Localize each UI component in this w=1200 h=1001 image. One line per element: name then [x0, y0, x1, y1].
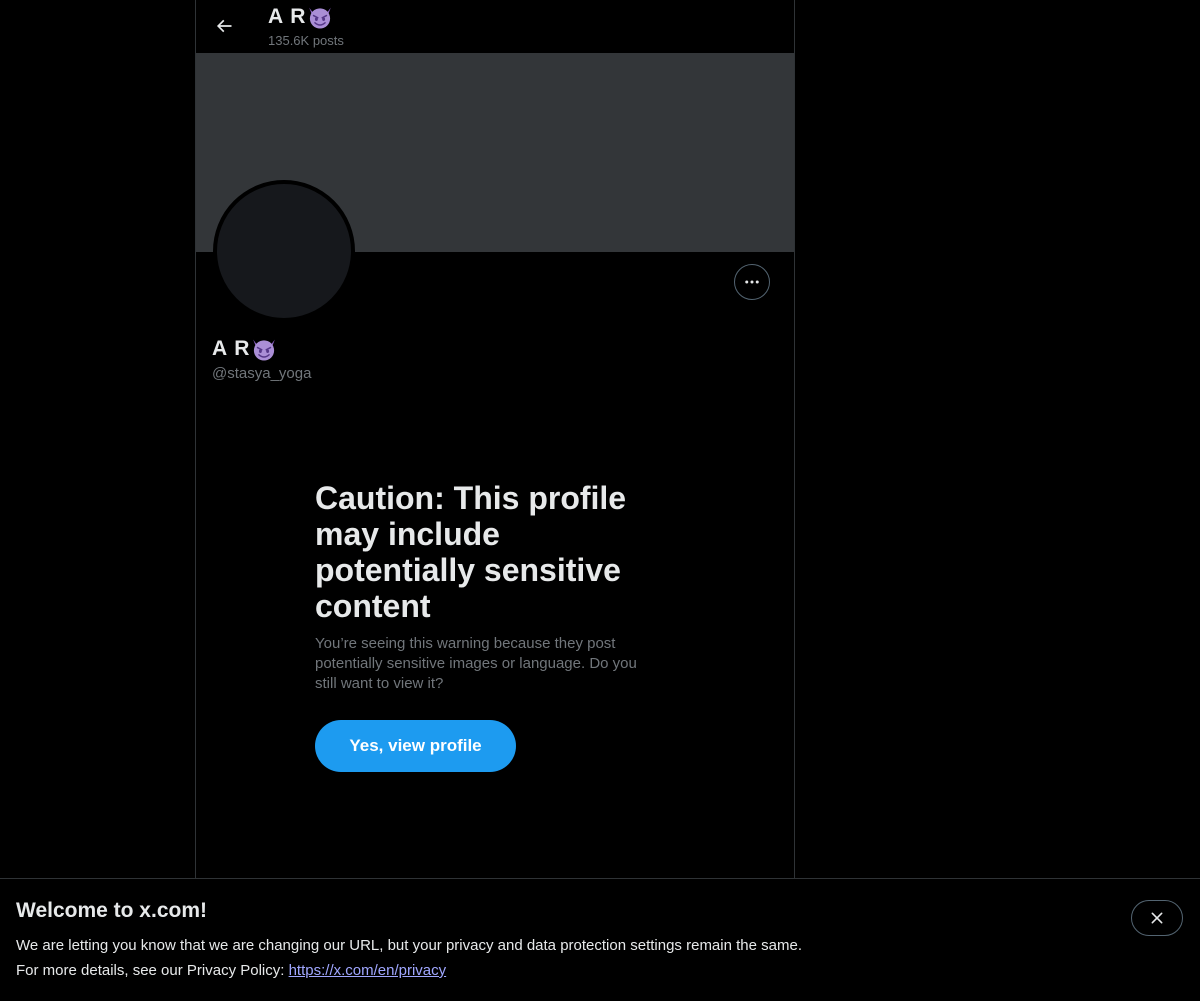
- profile-handle: @stasya_yoga: [212, 365, 312, 382]
- more-options-button[interactable]: [734, 264, 770, 300]
- arrow-left-icon: [216, 19, 232, 33]
- avatar[interactable]: [213, 180, 355, 322]
- profile-column: A R 135.6K posts A R @stasya_yoga Cautio…: [195, 0, 795, 878]
- profile-name: A R: [212, 335, 277, 363]
- back-button[interactable]: [206, 8, 242, 44]
- caution-notice: Caution: This profile may include potent…: [315, 480, 660, 694]
- close-icon: [1151, 912, 1163, 924]
- posts-count: 135.6K posts: [268, 33, 344, 48]
- close-banner-button[interactable]: [1131, 900, 1183, 936]
- welcome-title: Welcome to x.com!: [16, 899, 207, 922]
- profile-name-text: A R: [212, 337, 251, 360]
- more-horizontal-icon: [745, 280, 759, 284]
- caution-message: You’re seeing this warning because they …: [315, 635, 637, 692]
- header-title: A R: [268, 4, 333, 30]
- smiling-devil-icon: [309, 7, 332, 29]
- smiling-devil-icon: [253, 339, 276, 361]
- privacy-policy-link[interactable]: https://x.com/en/privacy: [289, 962, 447, 979]
- privacy-details-text: For more details, see our Privacy Policy…: [16, 962, 289, 979]
- header-name: A R: [268, 5, 307, 28]
- welcome-banner: Welcome to x.com! We are letting you kno…: [0, 878, 1200, 1001]
- top-bar: A R 135.6K posts: [196, 0, 794, 53]
- caution-title: Caution: This profile may include potent…: [315, 480, 627, 624]
- view-profile-button[interactable]: Yes, view profile: [315, 720, 516, 772]
- welcome-message: We are letting you know that we are chan…: [16, 937, 802, 954]
- privacy-details: For more details, see our Privacy Policy…: [16, 962, 446, 979]
